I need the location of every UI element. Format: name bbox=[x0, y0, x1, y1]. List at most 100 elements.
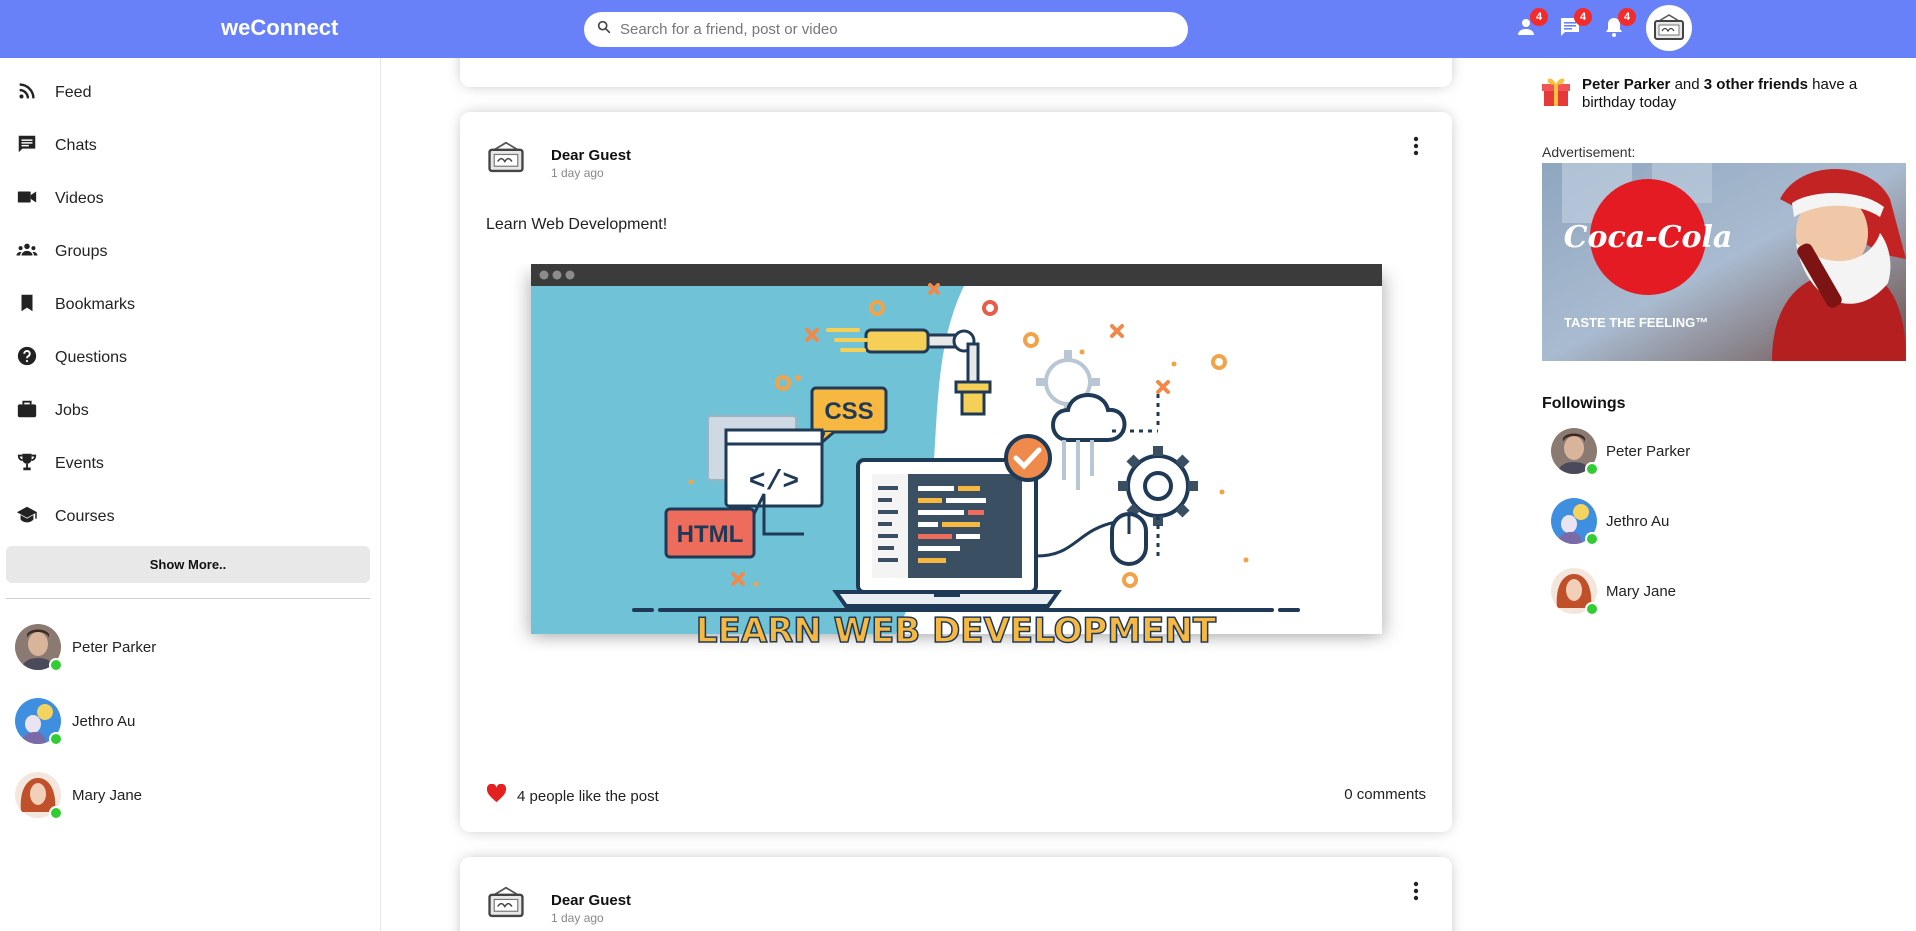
advertisement-image[interactable]: Coca-Cola TASTE THE FEELING™ bbox=[1542, 163, 1906, 361]
help-circle-icon bbox=[16, 345, 38, 372]
bell-icon bbox=[1602, 18, 1626, 43]
sidebar-item-courses[interactable]: Courses bbox=[16, 502, 115, 532]
app-logo[interactable]: weConnect bbox=[221, 15, 338, 41]
birthday-name: Peter Parker bbox=[1582, 76, 1671, 93]
friend-name: Peter Parker bbox=[72, 638, 157, 656]
post-more-button[interactable] bbox=[1406, 879, 1426, 903]
person-icon bbox=[1514, 19, 1538, 43]
school-icon bbox=[16, 504, 38, 531]
divider bbox=[6, 598, 370, 599]
post-more-button[interactable] bbox=[1406, 134, 1426, 158]
post-author-name[interactable]: Dear Guest bbox=[551, 147, 631, 164]
sidebar-item-label: Jobs bbox=[55, 402, 89, 419]
search-icon bbox=[596, 19, 612, 40]
sidebar-item-events[interactable]: Events bbox=[16, 449, 104, 479]
sidebar-item-label: Videos bbox=[55, 190, 104, 207]
followings-title: Followings bbox=[1542, 395, 1626, 412]
show-more-button[interactable]: Show More.. bbox=[6, 546, 370, 583]
post-likes: 4 people like the post bbox=[486, 783, 659, 808]
advertisement-label: Advertisement: bbox=[1542, 144, 1636, 160]
post-text: Learn Web Development! bbox=[486, 216, 668, 233]
groups-icon bbox=[16, 239, 38, 266]
sidebar-item-label: Questions bbox=[55, 349, 128, 366]
sidebar-item-chats[interactable]: Chats bbox=[16, 131, 97, 161]
sidebar-item-questions[interactable]: Questions bbox=[16, 343, 127, 373]
image-banner-text: LEARN WEB DEVELOPMENT bbox=[696, 611, 1217, 651]
html-label: HTML bbox=[677, 521, 744, 548]
post-image[interactable]: CSS </> HTML LEARN WEB DEVELOPMENT bbox=[486, 264, 1426, 652]
css-label: CSS bbox=[824, 398, 873, 425]
notifications-button[interactable]: 4 bbox=[1602, 8, 1636, 43]
sidebar-friend[interactable]: Jethro Au bbox=[15, 698, 136, 746]
sidebar-item-label: Bookmarks bbox=[55, 296, 136, 313]
friend-requests-badge: 4 bbox=[1530, 8, 1548, 26]
sidebar-item-feed[interactable]: Feed bbox=[16, 78, 91, 108]
sidebar-item-label: Courses bbox=[55, 508, 115, 525]
sidebar-item-jobs[interactable]: Jobs bbox=[16, 396, 89, 426]
online-indicator bbox=[49, 658, 63, 672]
avatar bbox=[1551, 428, 1599, 476]
more-vert-icon bbox=[1413, 881, 1419, 901]
birthday-others: 3 other friends bbox=[1703, 76, 1808, 93]
sidebar-item-label: Feed bbox=[55, 84, 92, 101]
trophy-icon bbox=[16, 451, 38, 478]
post-card: Dear Guest 1 day ago Learn Web Developme… bbox=[460, 112, 1452, 832]
friend-requests-button[interactable]: 4 bbox=[1514, 8, 1548, 43]
avatar bbox=[15, 624, 63, 672]
online-indicator bbox=[49, 732, 63, 746]
birthday-text: Peter Parker and 3 other friends have a … bbox=[1582, 76, 1912, 113]
sidebar-item-bookmarks[interactable]: Bookmarks bbox=[16, 290, 135, 320]
guest-sign-icon bbox=[488, 886, 524, 918]
bookmark-icon bbox=[16, 292, 38, 319]
post-author-avatar[interactable] bbox=[486, 138, 526, 178]
video-camera-icon bbox=[16, 186, 38, 213]
avatar bbox=[1551, 568, 1599, 616]
svg-text:</>: </> bbox=[749, 467, 799, 498]
sidebar-friend[interactable]: Mary Jane bbox=[15, 772, 143, 820]
rss-feed-icon bbox=[16, 80, 38, 107]
following-item[interactable]: Mary Jane bbox=[1551, 568, 1677, 616]
topbar: weConnect 4 4 4 bbox=[0, 0, 1916, 58]
online-indicator bbox=[1585, 462, 1599, 476]
messages-badge: 4 bbox=[1574, 8, 1592, 26]
avatar bbox=[15, 772, 63, 820]
more-vert-icon bbox=[1413, 136, 1419, 156]
sidebar-item-groups[interactable]: Groups bbox=[16, 237, 107, 267]
following-item[interactable]: Jethro Au bbox=[1551, 498, 1670, 546]
post-date: 1 day ago bbox=[551, 911, 604, 925]
friend-name: Mary Jane bbox=[72, 786, 143, 804]
guest-sign-icon bbox=[1654, 14, 1684, 40]
post-author-avatar[interactable] bbox=[486, 883, 526, 923]
heart-icon[interactable] bbox=[486, 783, 507, 808]
post-date: 1 day ago bbox=[551, 166, 604, 180]
post-card-next: Dear Guest 1 day ago bbox=[460, 857, 1452, 931]
following-name: Jethro Au bbox=[1606, 512, 1670, 530]
ad-brand: Coca-Cola bbox=[1564, 220, 1733, 255]
friend-name: Jethro Au bbox=[72, 712, 136, 730]
following-name: Mary Jane bbox=[1606, 582, 1677, 600]
birthday-and: and bbox=[1670, 76, 1704, 93]
following-item[interactable]: Peter Parker bbox=[1551, 428, 1691, 476]
chat-icon bbox=[16, 133, 38, 160]
online-indicator bbox=[49, 806, 63, 820]
birthday-notice: Peter Parker and 3 other friends have a … bbox=[1542, 76, 1912, 113]
ad-tagline: TASTE THE FEELING™ bbox=[1564, 315, 1708, 330]
briefcase-icon bbox=[16, 398, 38, 425]
following-name: Peter Parker bbox=[1606, 442, 1691, 460]
sidebar-item-label: Chats bbox=[55, 137, 97, 154]
online-indicator bbox=[1585, 532, 1599, 546]
sidebar-friend[interactable]: Peter Parker bbox=[15, 624, 157, 672]
sidebar-item-label: Groups bbox=[55, 243, 108, 260]
search-input[interactable] bbox=[620, 21, 1160, 38]
post-author-name[interactable]: Dear Guest bbox=[551, 892, 631, 909]
left-sidebar: Feed Chats Videos Groups Bookmarks Quest… bbox=[0, 58, 381, 931]
avatar bbox=[15, 698, 63, 746]
gift-icon bbox=[1542, 76, 1570, 113]
profile-avatar[interactable] bbox=[1646, 5, 1692, 51]
sidebar-item-label: Events bbox=[55, 455, 104, 472]
search-bar[interactable] bbox=[584, 12, 1188, 47]
sidebar-item-videos[interactable]: Videos bbox=[16, 184, 104, 214]
comments-link[interactable]: 0 comments bbox=[1344, 786, 1426, 803]
likes-text: 4 people like the post bbox=[517, 787, 659, 805]
messages-button[interactable]: 4 bbox=[1558, 8, 1592, 41]
